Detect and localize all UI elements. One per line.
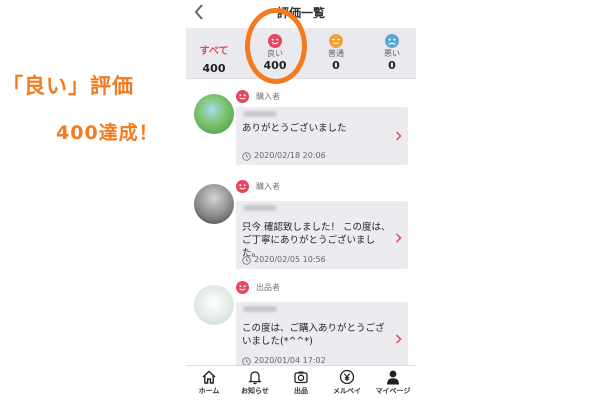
tab-normal-label: 普通 <box>328 49 344 58</box>
tabbar-item-sell[interactable]: 出品 <box>278 369 324 396</box>
tabbar-label: 出品 <box>294 387 308 395</box>
tab-good-label: 良い <box>267 49 283 58</box>
review-comment: ありがとうございました <box>242 123 347 134</box>
review-comment: この度は、ご購入ありがとうございました(*^^*) <box>242 323 385 347</box>
smile-icon <box>268 34 282 48</box>
tab-bad-count: 0 <box>388 59 396 72</box>
tabbar-item-merpay[interactable]: メルペイ <box>324 369 370 396</box>
smile-icon <box>236 180 249 193</box>
smile-icon <box>236 281 249 294</box>
tab-good[interactable]: 良い 400 <box>249 28 301 78</box>
review-datetime: 2020/02/05 10:56 <box>242 255 326 265</box>
tab-all-count: 400 <box>202 62 226 75</box>
tab-bad[interactable]: 悪い 0 <box>366 28 416 78</box>
review-bubble[interactable]: ありがとうございました 2020/02/18 20:06 <box>236 107 408 165</box>
review-datetime-text: 2020/02/05 10:56 <box>254 255 326 264</box>
caption-line-1: 「良い」評価 <box>2 74 134 98</box>
reviewer-role: 購入者 <box>256 182 280 191</box>
blurred-username <box>243 306 277 312</box>
page-title: 評価一覧 <box>276 6 325 20</box>
sad-face-icon <box>385 34 399 48</box>
tabbar-label: マイページ <box>375 387 411 395</box>
review-item: 購入者 只今 確認致しました！ この度は、ご丁寧にありがとうございました。 20… <box>186 180 416 269</box>
caption-line-2: 400達成！ <box>56 122 159 144</box>
smile-icon <box>236 90 249 103</box>
chevron-right-icon <box>395 334 402 344</box>
clock-icon <box>242 151 251 161</box>
avatar[interactable] <box>194 285 234 325</box>
navigation-bar: 評価一覧 <box>186 0 416 26</box>
neutral-face-icon <box>329 34 343 48</box>
review-datetime: 2020/02/18 20:06 <box>242 151 326 161</box>
tabbar-item-home[interactable]: ホーム <box>186 369 232 396</box>
tabbar-label: お知らせ <box>241 387 269 395</box>
avatar[interactable] <box>194 94 234 134</box>
tabbar-label: メルペイ <box>333 387 361 395</box>
review-datetime-text: 2020/02/18 20:06 <box>254 151 326 160</box>
chevron-right-icon <box>395 131 402 141</box>
tab-all-label: すべて <box>199 46 229 57</box>
phone-screen: 評価一覧 すべて 400 良い 400 普通 0 悪い 0 購入者 ありがとうご… <box>186 0 416 400</box>
tab-bad-label: 悪い <box>384 49 400 58</box>
bottom-tab-bar: ホーム お知らせ 出品 メルペイ マイページ <box>186 365 416 400</box>
reviewer-role: 購入者 <box>256 92 280 101</box>
review-bubble[interactable]: この度は、ご購入ありがとうございました(*^^*) 2020/01/04 17:… <box>236 302 408 370</box>
clock-icon <box>242 255 251 265</box>
tab-all[interactable]: すべて 400 <box>188 28 240 78</box>
camera-icon <box>294 371 308 384</box>
bell-icon <box>248 371 262 385</box>
tab-good-count: 400 <box>263 59 287 72</box>
tabbar-label: ホーム <box>198 387 220 395</box>
chevron-right-icon <box>395 233 402 243</box>
yen-icon <box>339 369 355 385</box>
tab-normal[interactable]: 普通 0 <box>310 28 362 78</box>
blurred-username <box>243 111 277 117</box>
review-item: 購入者 ありがとうございました 2020/02/18 20:06 <box>186 90 416 178</box>
home-icon <box>202 370 216 384</box>
rating-filter-tabs: すべて 400 良い 400 普通 0 悪い 0 <box>186 28 416 79</box>
avatar[interactable] <box>194 184 234 224</box>
review-bubble[interactable]: 只今 確認致しました！ この度は、ご丁寧にありがとうございました。 2020/0… <box>236 201 408 269</box>
tabbar-item-mypage[interactable]: マイページ <box>370 369 416 396</box>
blurred-username <box>243 205 277 211</box>
person-icon <box>387 370 399 385</box>
review-item: 出品者 この度は、ご購入ありがとうございました(*^^*) 2020/01/04… <box>186 281 416 370</box>
tabbar-item-notifications[interactable]: お知らせ <box>232 369 278 396</box>
reviewer-role: 出品者 <box>256 283 280 292</box>
tab-normal-count: 0 <box>332 59 340 72</box>
